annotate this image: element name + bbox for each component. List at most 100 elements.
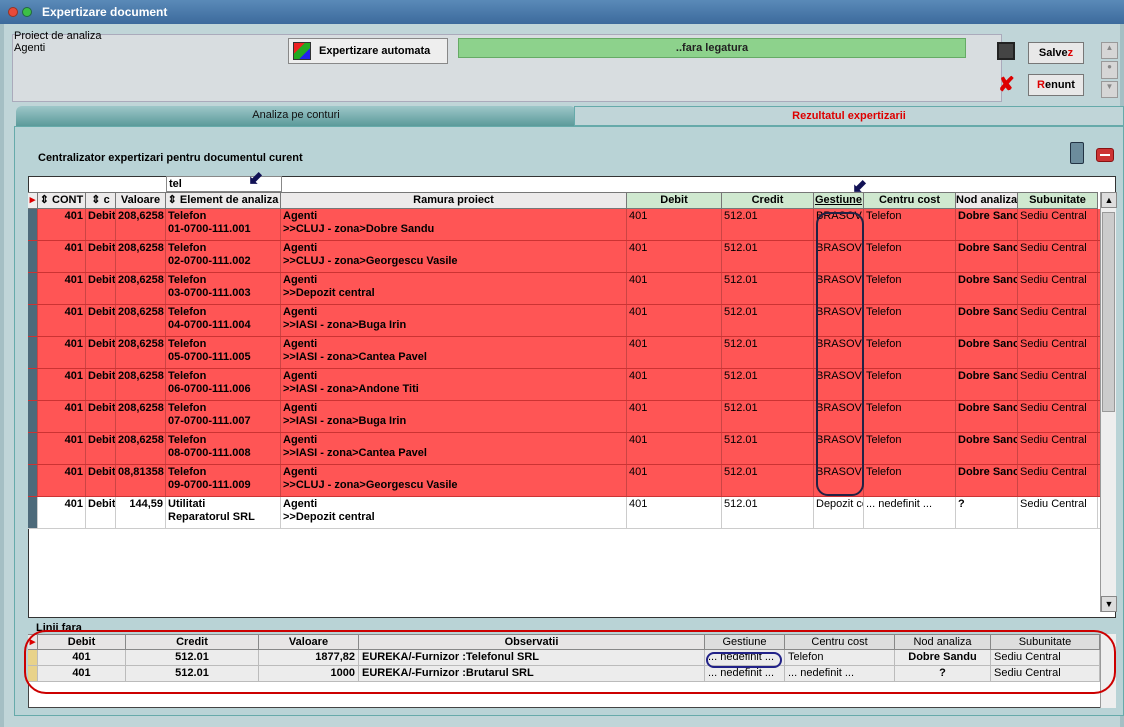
- cell-valoare: 208,6258: [116, 337, 166, 368]
- trash-icon[interactable]: [1070, 142, 1084, 164]
- project-value: Agenti: [14, 42, 46, 54]
- cell-ramura-line: >>IASI - zona>Cantea Pavel: [283, 447, 427, 459]
- minimize-icon[interactable]: [22, 7, 32, 17]
- col-valoare[interactable]: Valoare: [116, 192, 166, 209]
- cell-element-line: 03-0700-111.003: [168, 287, 251, 299]
- cell-cont: 401: [38, 273, 86, 304]
- col-debit[interactable]: Debit: [627, 192, 722, 209]
- cell-ramura-line: >>IASI - zona>Andone Titi: [283, 383, 419, 395]
- cell-gestiune: Depozit cei: [814, 497, 864, 528]
- scroll-thumb[interactable]: [1102, 212, 1115, 412]
- auto-expertise-label: Expertizare automata: [319, 45, 431, 57]
- cell-valoare: 144,59: [116, 497, 166, 528]
- cell-ramura-line: >>Depozit central: [283, 287, 375, 299]
- cell-ramura-line: >>IASI - zona>Cantea Pavel: [283, 351, 427, 363]
- cell-credit: 512.01: [722, 433, 814, 464]
- auto-expertise-button[interactable]: Expertizare automata: [288, 38, 448, 64]
- table-row[interactable]: 401 Debit 208,6258 Telefon 04-0700-111.004 Ag…: [28, 305, 1100, 337]
- cell-c: Debit: [86, 241, 116, 272]
- cell-cont: 401: [38, 433, 86, 464]
- tab-analiza-conturi[interactable]: Analiza pe conturi: [16, 106, 576, 126]
- cell-element-line: Telefon: [168, 242, 207, 254]
- cell-centru-cost: Telefon: [864, 241, 956, 272]
- save-button[interactable]: Salvez: [1028, 42, 1084, 64]
- table-row[interactable]: 401 Debit 208,6258 Telefon 02-0700-111.002 Ag…: [28, 241, 1100, 273]
- col-credit[interactable]: Credit: [722, 192, 814, 209]
- highlight-annotation: [816, 212, 864, 496]
- cell-cont: 401: [38, 401, 86, 432]
- table-row[interactable]: 401 Debit 208,6258 Telefon 06-0700-111.006 Ag…: [28, 369, 1100, 401]
- cell-nod-analiza: ?: [956, 497, 1018, 528]
- cell-credit: 512.01: [722, 241, 814, 272]
- cell-debit: 401: [627, 209, 722, 240]
- cancel-button[interactable]: Renunt: [1028, 74, 1084, 96]
- cell-centru-cost: Telefon: [864, 465, 956, 496]
- cell-ramura-line: >>IASI - zona>Buga Irin: [283, 319, 407, 331]
- cell-subunitate: Sediu Central: [1018, 241, 1098, 272]
- filter-input[interactable]: tel: [166, 176, 282, 192]
- cell-debit: 401: [627, 337, 722, 368]
- save-icon[interactable]: [997, 42, 1015, 60]
- cell-valoare: 208,6258: [116, 273, 166, 304]
- row-marker: [28, 209, 38, 240]
- cell-element-line: 08-0700-111.008: [168, 447, 251, 459]
- cell-element-line: 01-0700-111.001: [168, 223, 251, 235]
- table-row[interactable]: 401 Debit 208,6258 Telefon 01-0700-111.001 Ag…: [28, 209, 1100, 241]
- scroll-up-icon[interactable]: ▲: [1101, 192, 1117, 208]
- nav-up-button[interactable]: ▲: [1101, 42, 1118, 60]
- table-row[interactable]: 401 Debit 208,6258 Telefon 05-0700-111.005 Ag…: [28, 337, 1100, 369]
- cell-subunitate: Sediu Central: [1018, 369, 1098, 400]
- cell-ramura: Agenti >>IASI - zona>Buga Irin: [281, 305, 627, 336]
- row-marker: [28, 241, 38, 272]
- remove-icon[interactable]: [1096, 148, 1114, 162]
- table-row[interactable]: 401 Debit 208,6258 Telefon 03-0700-111.003 Ag…: [28, 273, 1100, 305]
- cell-nod-analiza: Dobre Sanc: [956, 305, 1018, 336]
- cell-valoare: 208,6258: [116, 209, 166, 240]
- cell-credit: 512.01: [722, 209, 814, 240]
- nav-down-button[interactable]: ▼: [1101, 80, 1118, 98]
- table-row[interactable]: 401 Debit 208,6258 Telefon 08-0700-111.008 Ag…: [28, 433, 1100, 465]
- col-nod-analiza[interactable]: Nod analiza: [956, 192, 1018, 209]
- cell-credit: 512.01: [722, 337, 814, 368]
- save-label: Salve: [1038, 47, 1068, 59]
- cell-nod-analiza: Dobre Sanc: [956, 209, 1018, 240]
- tab-rezultat-expertizare[interactable]: Rezultatul expertizarii: [574, 106, 1124, 126]
- cell-credit: 512.01: [722, 497, 814, 528]
- cell-credit: 512.01: [722, 465, 814, 496]
- cell-centru-cost: Telefon: [864, 273, 956, 304]
- table-row[interactable]: 401 Debit 144,59 Utilitati Reparatorul SRL Ag…: [28, 497, 1100, 529]
- cell-subunitate: Sediu Central: [1018, 401, 1098, 432]
- grid-caption: Centralizator expertizari pentru documen…: [38, 152, 303, 164]
- close-icon[interactable]: [8, 7, 18, 17]
- cell-element-line: Telefon: [168, 306, 207, 318]
- col-subunitate[interactable]: Subunitate: [1018, 192, 1098, 209]
- row-marker: [28, 401, 38, 432]
- col-c[interactable]: ⇕ c: [86, 192, 116, 209]
- cell-ramura-line: Agenti: [283, 242, 318, 254]
- table-row[interactable]: 401 Debit 08,81358 Telefon 09-0700-111.009 Ag…: [28, 465, 1100, 497]
- cancel-hotkey: R: [1037, 79, 1045, 91]
- grid-rows: 401 Debit 208,6258 Telefon 01-0700-111.001 Ag…: [28, 209, 1100, 529]
- grid-scrollbar[interactable]: ▲ ▼: [1100, 192, 1117, 612]
- cell-debit: 401: [627, 465, 722, 496]
- cell-ramura-line: >>CLUJ - zona>Georgescu Vasile: [283, 479, 458, 491]
- cell-debit: 401: [627, 401, 722, 432]
- cell-c: Debit: [86, 273, 116, 304]
- col-cont[interactable]: ⇕ CONT: [38, 192, 86, 209]
- table-row[interactable]: 401 Debit 208,6258 Telefon 07-0700-111.007 Ag…: [28, 401, 1100, 433]
- cell-nod-analiza: Dobre Sanc: [956, 273, 1018, 304]
- nav-mid-button[interactable]: ●: [1101, 61, 1118, 79]
- cell-ramura-line: Agenti: [283, 402, 318, 414]
- cell-element: Telefon 07-0700-111.007: [166, 401, 281, 432]
- cell-element: Utilitati Reparatorul SRL: [166, 497, 281, 528]
- col-element[interactable]: ⇕ Element de analiza: [166, 192, 281, 209]
- cell-debit: 401: [627, 305, 722, 336]
- scroll-down-icon[interactable]: ▼: [1101, 596, 1117, 612]
- cell-centru-cost: Telefon: [864, 401, 956, 432]
- col-ramura[interactable]: Ramura proiect: [281, 192, 627, 209]
- col-centru-cost[interactable]: Centru cost: [864, 192, 956, 209]
- cell-debit: 401: [627, 497, 722, 528]
- row-marker: [28, 465, 38, 496]
- save-hotkey: z: [1067, 47, 1074, 59]
- cancel-icon[interactable]: ✘: [998, 75, 1015, 95]
